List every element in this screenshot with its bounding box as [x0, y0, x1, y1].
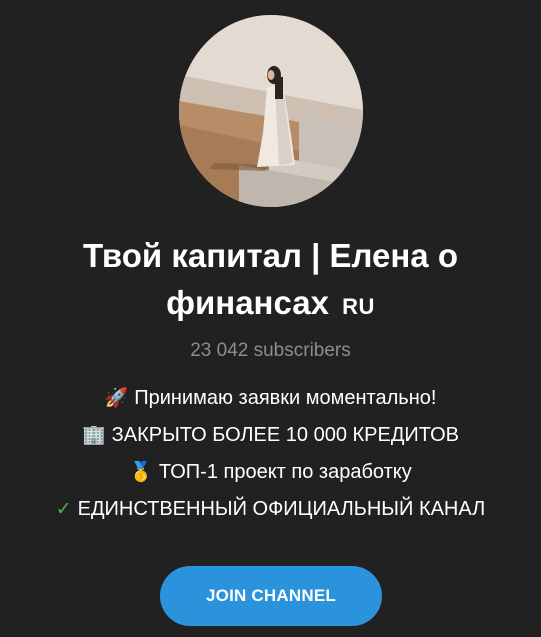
channel-title-badge: RU: [342, 294, 375, 319]
description-line: ✓ ЕДИНСТВЕННЫЙ ОФИЦИАЛЬНЫЙ КАНАЛ: [0, 491, 541, 528]
channel-avatar: [179, 15, 363, 207]
description-line: 🚀 Принимаю заявки моментально!: [0, 380, 541, 417]
office-building-icon: 🏢: [81, 425, 106, 446]
description-text: ЕДИНСТВЕННЫЙ ОФИЦИАЛЬНЫЙ КАНАЛ: [77, 498, 486, 520]
description-text: Принимаю заявки моментально!: [134, 387, 437, 409]
medal-icon: 🥇: [129, 462, 153, 483]
description-line: 🥇 ТОП-1 проект по заработку: [0, 454, 541, 491]
channel-preview-card: Твой капитал | Елена о финансах RU 23 04…: [0, 0, 541, 637]
channel-avatar-photo: [179, 15, 363, 207]
rocket-icon: 🚀: [104, 388, 129, 409]
channel-title: Твой капитал | Елена о финансах RU: [20, 232, 521, 330]
channel-title-text: Твой капитал | Елена о финансах: [82, 237, 458, 321]
check-mark-icon: ✓: [55, 499, 72, 520]
description-line: 🏢 ЗАКРЫТО БОЛЕЕ 10 000 КРЕДИТОВ: [0, 417, 541, 454]
subscriber-count: 23 042 subscribers: [190, 340, 351, 361]
description-text: ЗАКРЫТО БОЛЕЕ 10 000 КРЕДИТОВ: [111, 424, 459, 446]
description-text: ТОП-1 проект по заработку: [158, 461, 412, 483]
join-channel-button[interactable]: JOIN CHANNEL: [160, 566, 382, 626]
channel-description: 🚀 Принимаю заявки моментально! 🏢 ЗАКРЫТО Б…: [0, 380, 541, 528]
